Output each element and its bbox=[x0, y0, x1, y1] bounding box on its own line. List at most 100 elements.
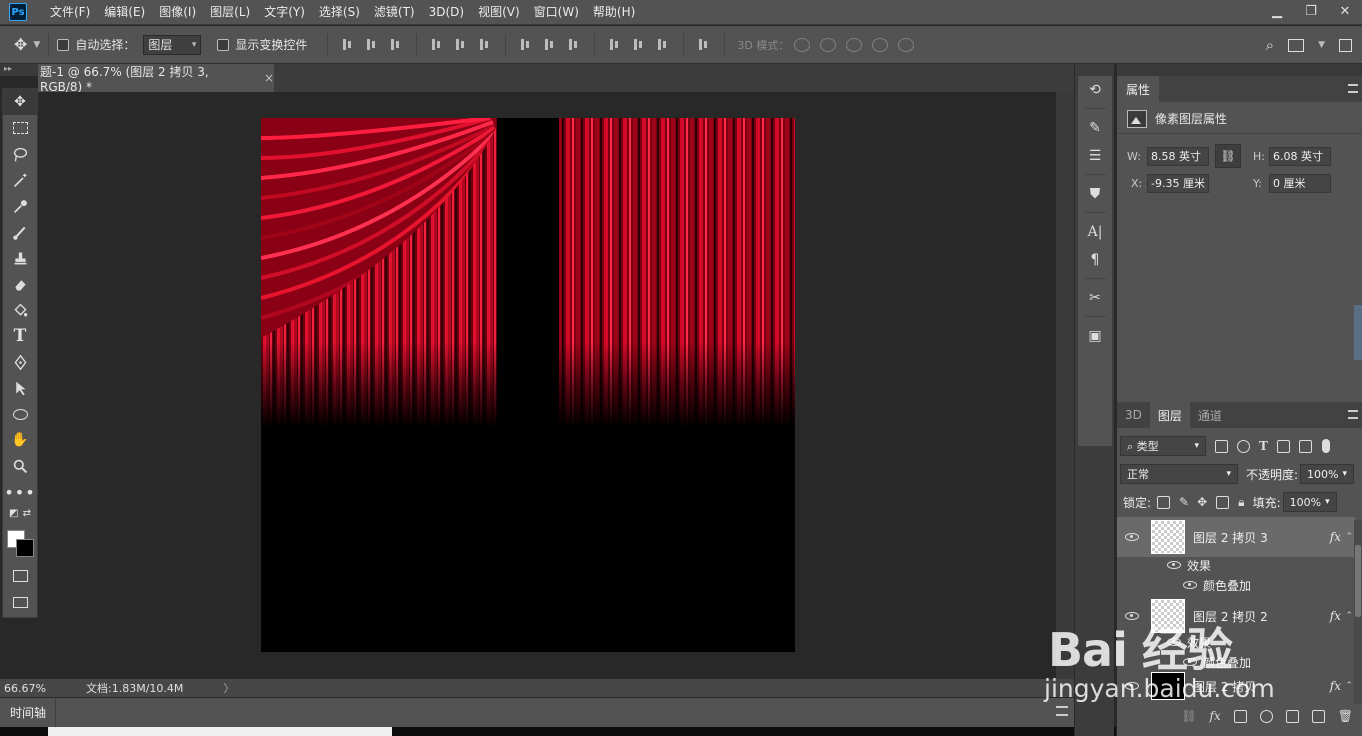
layer-row[interactable]: 图层 2 拷贝 3 fx ⌃ bbox=[1117, 517, 1355, 557]
menu-filter[interactable]: 滤镜(T) bbox=[367, 0, 422, 24]
distribute-hcenter-icon[interactable] bbox=[632, 38, 646, 52]
visibility-eye-icon[interactable] bbox=[1125, 682, 1139, 690]
drag-3d-icon[interactable] bbox=[846, 37, 863, 52]
ellipse-tool-icon[interactable] bbox=[3, 401, 37, 427]
roll-3d-icon[interactable] bbox=[820, 37, 837, 52]
lock-transparent-icon[interactable] bbox=[1157, 495, 1171, 509]
menu-view[interactable]: 视图(V) bbox=[471, 0, 527, 24]
lock-position-icon[interactable]: ✥ bbox=[1197, 495, 1207, 509]
chevron-up-icon[interactable]: ⌃ bbox=[1345, 681, 1353, 691]
align-vcenter-icon[interactable] bbox=[365, 38, 379, 52]
visibility-eye-icon[interactable] bbox=[1183, 658, 1197, 666]
checkbox-icon[interactable] bbox=[57, 38, 70, 51]
minimize-icon[interactable]: ▁ bbox=[1260, 0, 1294, 22]
new-layer-icon[interactable] bbox=[1311, 709, 1325, 723]
align-right-icon[interactable] bbox=[478, 38, 492, 52]
layer-name[interactable]: 图层 2 拷贝 bbox=[1193, 678, 1256, 695]
align-hcenter-icon[interactable] bbox=[454, 38, 468, 52]
adjustment-layer-icon[interactable] bbox=[1259, 709, 1273, 723]
quick-mask-icon[interactable] bbox=[3, 563, 37, 589]
menu-file[interactable]: 文件(F) bbox=[43, 0, 97, 24]
layer-name[interactable]: 图层 2 拷贝 3 bbox=[1193, 529, 1268, 546]
filter-smart-object-icon[interactable] bbox=[1298, 439, 1312, 453]
layer-name[interactable]: 图层 2 拷贝 2 bbox=[1193, 608, 1268, 625]
document-canvas[interactable] bbox=[261, 118, 795, 652]
paint-bucket-tool-icon[interactable] bbox=[3, 297, 37, 323]
tool-presets-icon[interactable]: ✂ bbox=[1078, 284, 1112, 312]
distribute-vcenter-icon[interactable] bbox=[543, 38, 557, 52]
auto-select-checkbox[interactable]: 自动选择： bbox=[57, 36, 135, 53]
tab-properties[interactable]: 属性 bbox=[1117, 76, 1159, 102]
panel-menu-icon[interactable] bbox=[1348, 410, 1358, 419]
filter-pixel-icon[interactable] bbox=[1215, 439, 1228, 453]
zoom-level[interactable]: 66.67% bbox=[0, 682, 48, 695]
share-icon[interactable] bbox=[1339, 38, 1352, 52]
paragraph-icon[interactable]: ¶ bbox=[1078, 246, 1112, 274]
blend-mode-dropdown[interactable]: 正常 ▾ bbox=[1120, 464, 1238, 484]
eyedropper-tool-icon[interactable] bbox=[3, 193, 37, 219]
character-icon[interactable]: A| bbox=[1078, 218, 1112, 246]
show-transform-checkbox[interactable]: 显示变换控件 bbox=[217, 36, 307, 53]
chevron-up-icon[interactable]: ⌃ bbox=[1345, 532, 1353, 542]
filter-toggle-icon[interactable] bbox=[1321, 439, 1330, 453]
chevron-up-icon[interactable]: ⌃ bbox=[1345, 611, 1353, 621]
tab-channels[interactable]: 通道 bbox=[1190, 402, 1230, 428]
slide-3d-icon[interactable] bbox=[872, 37, 889, 52]
effect-row[interactable]: 颜色叠加 bbox=[1147, 652, 1251, 672]
effect-row[interactable]: 颜色叠加 bbox=[1147, 575, 1251, 595]
menu-select[interactable]: 选择(S) bbox=[312, 0, 367, 24]
layer-style-icon[interactable]: fx bbox=[1210, 709, 1221, 723]
visibility-eye-icon[interactable] bbox=[1167, 638, 1181, 646]
opacity-field[interactable]: 100% ▾ bbox=[1300, 464, 1355, 484]
vertical-scrollbar[interactable] bbox=[1056, 92, 1074, 679]
y-field[interactable]: 0 厘米 bbox=[1269, 174, 1331, 193]
x-field[interactable]: -9.35 厘米 bbox=[1147, 174, 1209, 193]
move-tool-icon[interactable]: ✥ bbox=[3, 89, 37, 115]
clone-source-icon[interactable]: ⛊ bbox=[1078, 180, 1112, 208]
menu-window[interactable]: 窗口(W) bbox=[527, 0, 586, 24]
brush-tool-icon[interactable] bbox=[3, 219, 37, 245]
link-icon[interactable]: ⛓ bbox=[1215, 144, 1241, 168]
type-tool-icon[interactable]: T bbox=[3, 323, 37, 349]
visibility-eye-icon[interactable] bbox=[1183, 581, 1197, 589]
panel-collapse-bar[interactable] bbox=[1117, 64, 1362, 76]
chevron-down-icon[interactable]: ▼ bbox=[33, 40, 40, 50]
visibility-eye-icon[interactable] bbox=[1167, 561, 1181, 569]
distribute-right-icon[interactable] bbox=[656, 38, 670, 52]
restore-icon[interactable]: ❐ bbox=[1294, 0, 1328, 22]
history-icon[interactable]: ⟲ bbox=[1078, 76, 1112, 104]
workspace-icon[interactable] bbox=[1288, 38, 1305, 52]
hand-tool-icon[interactable]: ✋ bbox=[3, 427, 37, 453]
marquee-tool-icon[interactable] bbox=[3, 115, 37, 141]
menu-layer[interactable]: 图层(L) bbox=[203, 0, 257, 24]
menu-image[interactable]: 图像(I) bbox=[152, 0, 203, 24]
pen-tool-icon[interactable] bbox=[3, 349, 37, 375]
link-layers-icon[interactable]: ⛓ bbox=[1181, 709, 1196, 723]
path-select-tool-icon[interactable] bbox=[3, 375, 37, 401]
stamp-tool-icon[interactable] bbox=[3, 245, 37, 271]
filter-type-icon[interactable]: T bbox=[1259, 439, 1268, 453]
tools-collapse-bar[interactable]: ▸▸ bbox=[0, 64, 38, 76]
filter-adjustment-icon[interactable] bbox=[1237, 439, 1250, 453]
document-tab[interactable]: 题-1 @ 66.7% (图层 2 拷贝 3, RGB/8) * × bbox=[38, 64, 274, 94]
magic-wand-tool-icon[interactable] bbox=[3, 167, 37, 193]
align-bottom-icon[interactable] bbox=[389, 38, 403, 52]
height-field[interactable]: 6.08 英寸 bbox=[1269, 147, 1331, 166]
filter-shape-icon[interactable] bbox=[1276, 439, 1290, 453]
brush-settings-icon[interactable]: ✎ bbox=[1078, 114, 1112, 142]
align-left-icon[interactable] bbox=[430, 38, 444, 52]
tab-3d[interactable]: 3D bbox=[1117, 402, 1150, 428]
lasso-tool-icon[interactable] bbox=[3, 141, 37, 167]
menu-3d[interactable]: 3D(D) bbox=[422, 0, 471, 24]
visibility-eye-icon[interactable] bbox=[1125, 612, 1139, 620]
chevron-down-icon[interactable]: ▼ bbox=[1318, 40, 1325, 50]
layer-mask-icon[interactable] bbox=[1233, 709, 1247, 723]
lock-all-icon[interactable]: 🔒︎ bbox=[1238, 495, 1244, 510]
visibility-eye-icon[interactable] bbox=[1125, 533, 1139, 541]
timeline-tab[interactable]: 时间轴 bbox=[0, 697, 56, 728]
effects-row[interactable]: 效果 bbox=[1147, 632, 1211, 652]
status-menu-arrow-icon[interactable]: 〉 bbox=[223, 680, 234, 696]
background-color-swatch[interactable] bbox=[16, 539, 34, 557]
menu-edit[interactable]: 编辑(E) bbox=[97, 0, 152, 24]
fx-icon[interactable]: fx bbox=[1330, 609, 1341, 623]
